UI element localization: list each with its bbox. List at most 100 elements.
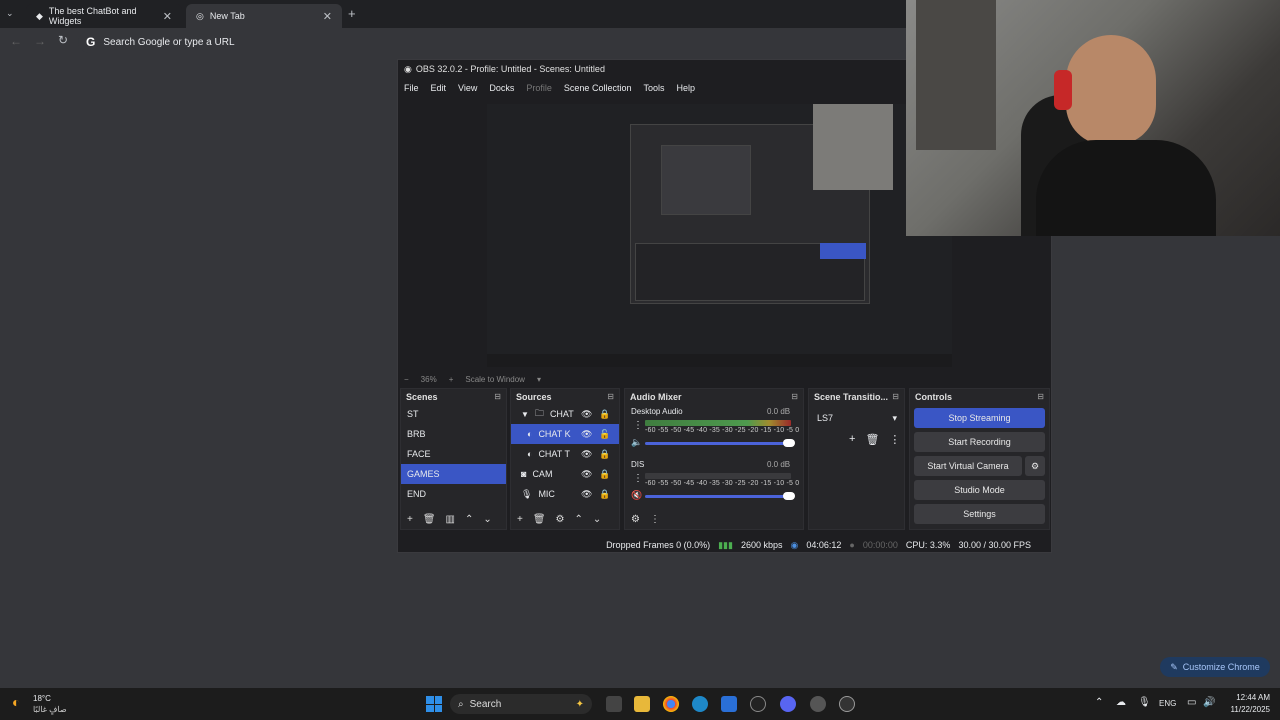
lock-icon[interactable]: 🔒: [599, 409, 610, 420]
zoom-in-icon[interactable]: +: [449, 375, 454, 384]
menu-view[interactable]: View: [458, 83, 477, 93]
menu-profile[interactable]: Profile: [526, 83, 552, 93]
omnibox[interactable]: G Search Google or type a URL: [78, 31, 908, 53]
tab-chatbot[interactable]: ◆ The best ChatBot and Widgets ✕: [26, 4, 182, 28]
slider-knob[interactable]: [783, 492, 795, 500]
source-item-selected[interactable]: ◐ CHAT K 👁 🔓: [511, 424, 619, 444]
visibility-eye-icon[interactable]: 👁: [581, 489, 592, 500]
settings-button[interactable]: Settings: [914, 504, 1045, 524]
scene-item[interactable]: BRB: [401, 424, 506, 444]
customize-chrome-button[interactable]: ✎ Customize Chrome: [1160, 657, 1270, 677]
obs-app-icon[interactable]: [839, 696, 855, 712]
scene-item-selected[interactable]: GAMES: [401, 464, 506, 484]
lock-icon[interactable]: 🔒: [599, 449, 610, 460]
speaker-icon[interactable]: 🔈: [631, 437, 642, 448]
source-settings-gear-icon[interactable]: ⚙: [556, 514, 565, 525]
studio-mode-button[interactable]: Studio Mode: [914, 480, 1045, 500]
forward-arrow-icon[interactable]: →: [34, 34, 46, 48]
chrome-icon[interactable]: [663, 696, 679, 712]
transition-select[interactable]: LS7 ▾: [813, 409, 901, 427]
visibility-eye-icon[interactable]: 👁: [581, 469, 592, 480]
visibility-eye-icon[interactable]: 👁: [581, 449, 592, 460]
dock-menu-icon[interactable]: ⊟: [892, 392, 899, 401]
lock-icon[interactable]: 🔒: [599, 489, 610, 500]
add-scene-icon[interactable]: +: [407, 514, 413, 525]
tab-new-tab[interactable]: ◎ New Tab ✕: [186, 4, 342, 28]
reload-icon[interactable]: ↻: [58, 33, 68, 47]
store-icon[interactable]: [721, 696, 737, 712]
obs-taskbar-icon[interactable]: [750, 696, 766, 712]
channel-menu-icon[interactable]: ⋮: [633, 420, 643, 431]
transition-menu-icon[interactable]: ⋮: [889, 433, 900, 446]
clock-date[interactable]: 11/22/2025: [1222, 705, 1270, 714]
visibility-eye-icon[interactable]: 👁: [581, 409, 592, 420]
scene-item[interactable]: END: [401, 484, 506, 504]
channel-menu-icon[interactable]: ⋮: [633, 473, 643, 484]
scale-to-window[interactable]: Scale to Window: [465, 375, 525, 384]
advanced-audio-icon[interactable]: ⚙: [631, 514, 640, 525]
stop-streaming-button[interactable]: Stop Streaming: [914, 408, 1045, 428]
add-transition-icon[interactable]: +: [849, 433, 855, 446]
menu-help[interactable]: Help: [676, 83, 695, 93]
zoom-out-icon[interactable]: −: [404, 375, 409, 384]
move-down-icon[interactable]: ⌄: [593, 514, 601, 525]
scene-item[interactable]: FACE: [401, 444, 506, 464]
menu-file[interactable]: File: [404, 83, 419, 93]
microphone-icon[interactable]: 🎙: [1138, 697, 1151, 708]
menu-docks[interactable]: Docks: [489, 83, 514, 93]
weather-icon[interactable]: ◐: [12, 694, 20, 710]
menu-scene-collection[interactable]: Scene Collection: [564, 83, 632, 93]
menu-tools[interactable]: Tools: [643, 83, 664, 93]
remove-transition-icon[interactable]: 🗑: [865, 433, 879, 446]
expand-caret-icon[interactable]: ▼: [521, 410, 529, 419]
virtual-camera-gear-icon[interactable]: ⚙: [1025, 456, 1045, 476]
close-tab-icon[interactable]: ✕: [163, 10, 172, 23]
source-item[interactable]: ◙ CAM 👁 🔒: [511, 464, 619, 484]
scene-filter-icon[interactable]: ▥: [446, 514, 455, 525]
dock-menu-icon[interactable]: ⊟: [1037, 392, 1044, 401]
source-item[interactable]: ◐ CHAT T 👁 🔒: [511, 444, 619, 464]
stream-preview[interactable]: [487, 104, 952, 367]
source-item[interactable]: ▼ 🗀 CHAT 👁 🔒: [511, 404, 619, 424]
scene-item[interactable]: ST: [401, 404, 506, 424]
task-view-icon[interactable]: [606, 696, 622, 712]
lock-icon[interactable]: 🔓: [599, 429, 610, 440]
dock-menu-icon[interactable]: ⊟: [494, 392, 501, 401]
menu-edit[interactable]: Edit: [431, 83, 447, 93]
remove-source-icon[interactable]: 🗑: [533, 514, 546, 525]
tray-chevron-icon[interactable]: ⌃: [1095, 697, 1103, 708]
source-item[interactable]: 🎙 MIC 👁 🔒: [511, 484, 619, 504]
volume-icon[interactable]: 🔊: [1203, 697, 1215, 708]
back-arrow-icon[interactable]: ←: [10, 34, 22, 48]
start-virtual-camera-button[interactable]: Start Virtual Camera: [914, 456, 1022, 476]
speaker-muted-icon[interactable]: 🔇: [631, 490, 642, 501]
discord-icon[interactable]: [780, 696, 796, 712]
tab-search-chevron-icon[interactable]: ⌄: [6, 8, 14, 19]
move-up-icon[interactable]: ⌃: [465, 514, 473, 525]
edge-icon[interactable]: [692, 696, 708, 712]
mixer-menu-icon[interactable]: ⋮: [650, 514, 660, 525]
lock-icon[interactable]: 🔒: [599, 469, 610, 480]
windows-start-icon[interactable]: [426, 696, 442, 712]
network-icon[interactable]: ▭: [1187, 697, 1196, 708]
clock-time[interactable]: 12:44 AM: [1228, 693, 1270, 702]
zoom-dropdown-icon[interactable]: ▾: [537, 375, 541, 384]
file-explorer-icon[interactable]: [634, 696, 650, 712]
remove-scene-icon[interactable]: 🗑: [423, 514, 436, 525]
language-indicator[interactable]: ENG: [1159, 699, 1176, 708]
add-source-icon[interactable]: +: [517, 514, 523, 525]
dock-menu-icon[interactable]: ⊟: [791, 392, 798, 401]
taskbar-search[interactable]: ⌕ Search ✦: [450, 694, 592, 714]
dock-menu-icon[interactable]: ⊟: [607, 392, 614, 401]
close-tab-icon[interactable]: ✕: [323, 10, 332, 23]
visibility-eye-icon[interactable]: 👁: [581, 429, 592, 440]
settings-gear-icon[interactable]: [810, 696, 826, 712]
slider-knob[interactable]: [783, 439, 795, 447]
move-up-icon[interactable]: ⌃: [575, 514, 583, 525]
volume-slider[interactable]: [645, 439, 795, 447]
volume-slider[interactable]: [645, 492, 795, 500]
start-recording-button[interactable]: Start Recording: [914, 432, 1045, 452]
move-down-icon[interactable]: ⌄: [483, 514, 491, 525]
onedrive-icon[interactable]: ☁: [1116, 697, 1126, 708]
new-tab-plus-icon[interactable]: +: [348, 6, 356, 21]
